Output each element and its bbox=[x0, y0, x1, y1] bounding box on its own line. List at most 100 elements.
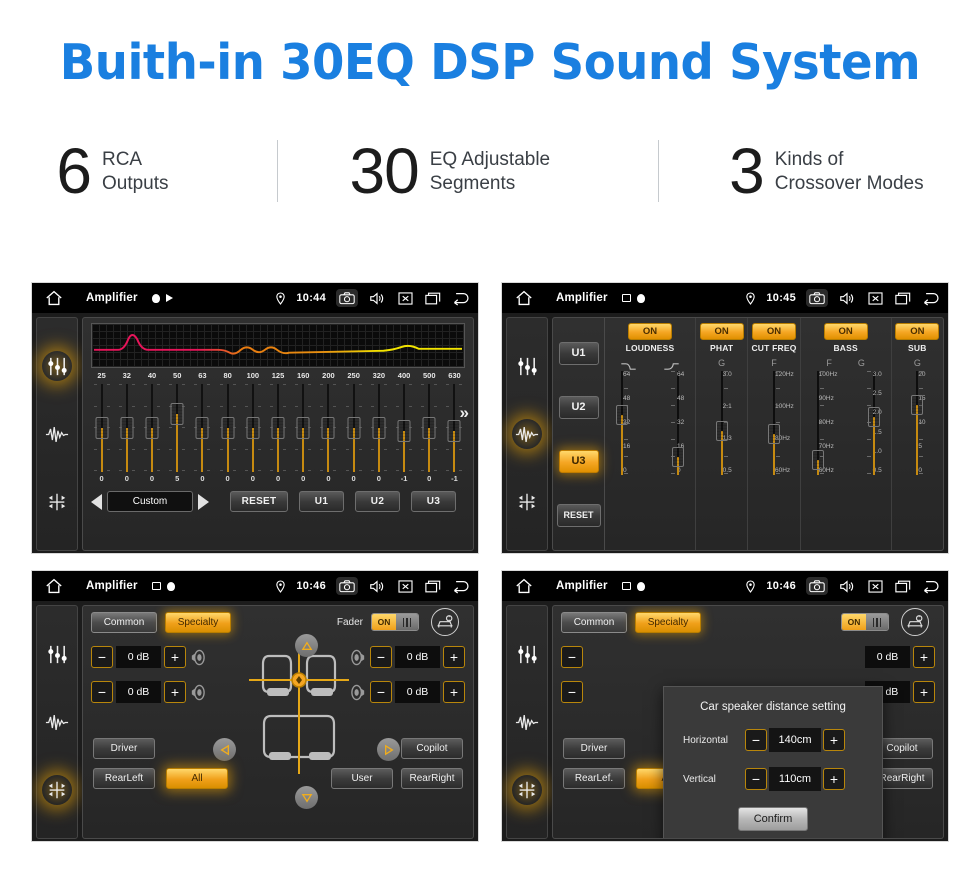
decrease-button[interactable]: − bbox=[561, 646, 583, 668]
close-box-icon[interactable] bbox=[396, 577, 414, 595]
tab-specialty[interactable]: Specialty bbox=[635, 611, 701, 633]
slider-track[interactable] bbox=[446, 384, 463, 472]
eq-band-slider[interactable]: -1 bbox=[391, 384, 416, 488]
increase-button[interactable]: + bbox=[443, 681, 465, 703]
slider-knob[interactable] bbox=[811, 450, 824, 470]
sidebar-item-balance[interactable] bbox=[512, 487, 542, 517]
decrease-button[interactable]: − bbox=[745, 729, 767, 751]
sidebar-item-equalizer[interactable] bbox=[512, 351, 542, 381]
decrease-button[interactable]: − bbox=[561, 681, 583, 703]
eq-band-slider[interactable]: 0 bbox=[265, 384, 290, 488]
preset-next-button[interactable] bbox=[198, 493, 209, 510]
slider-knob[interactable] bbox=[867, 407, 880, 427]
sidebar-item-waveform[interactable] bbox=[42, 707, 72, 737]
confirm-button[interactable]: Confirm bbox=[738, 807, 808, 831]
back-icon[interactable] bbox=[922, 289, 940, 307]
seat-driver-button[interactable]: Driver bbox=[563, 738, 625, 759]
close-box-icon[interactable] bbox=[866, 577, 884, 595]
eq-band-slider[interactable]: 0 bbox=[139, 384, 164, 488]
sidebar-item-balance[interactable] bbox=[512, 775, 542, 805]
decrease-button[interactable]: − bbox=[370, 646, 392, 668]
camera-icon[interactable] bbox=[336, 289, 358, 307]
close-box-icon[interactable] bbox=[866, 289, 884, 307]
recent-apps-icon[interactable] bbox=[894, 577, 912, 595]
seat-all-button[interactable]: All bbox=[166, 768, 228, 789]
sidebar-item-waveform[interactable] bbox=[512, 419, 542, 449]
slider-track[interactable] bbox=[194, 384, 211, 472]
slider-track[interactable] bbox=[244, 384, 261, 472]
preset-prev-button[interactable] bbox=[91, 493, 102, 510]
preset-u1-button[interactable]: U1 bbox=[558, 341, 599, 365]
slider-knob[interactable] bbox=[271, 417, 285, 439]
slider-knob[interactable] bbox=[397, 420, 411, 442]
slider-track[interactable] bbox=[270, 384, 287, 472]
preset-u2-button[interactable]: U2 bbox=[355, 491, 400, 512]
slider-knob[interactable] bbox=[911, 395, 924, 415]
slider-knob[interactable] bbox=[120, 417, 134, 439]
car-settings-icon[interactable] bbox=[431, 608, 459, 636]
camera-icon[interactable] bbox=[806, 289, 828, 307]
slider-track[interactable] bbox=[169, 384, 186, 472]
preset-u3-button[interactable]: U3 bbox=[558, 449, 599, 473]
effect-slider[interactable]: 100Hz 90Hz 80Hz 70Hz 60Hz bbox=[801, 371, 837, 475]
sidebar-item-waveform[interactable] bbox=[42, 419, 72, 449]
eq-band-slider[interactable]: 0 bbox=[240, 384, 265, 488]
preset-u3-button[interactable]: U3 bbox=[411, 491, 456, 512]
slider-track[interactable] bbox=[370, 384, 387, 472]
effect-toggle-phat[interactable]: ON bbox=[699, 323, 744, 340]
back-icon[interactable] bbox=[922, 577, 940, 595]
effect-toggle-bass[interactable]: ON bbox=[823, 323, 868, 340]
sidebar-item-equalizer[interactable] bbox=[512, 639, 542, 669]
sidebar-item-waveform[interactable] bbox=[512, 707, 542, 737]
seat-user-button[interactable]: User bbox=[331, 768, 393, 789]
seat-driver-button[interactable]: Driver bbox=[93, 738, 155, 759]
eq-band-slider[interactable]: -1 bbox=[442, 384, 467, 488]
sidebar-item-equalizer[interactable] bbox=[42, 639, 72, 669]
fader-toggle[interactable]: ON bbox=[841, 613, 889, 631]
increase-button[interactable]: + bbox=[164, 681, 186, 703]
home-icon[interactable] bbox=[514, 290, 534, 306]
preset-name-display[interactable]: Custom bbox=[107, 491, 193, 512]
recent-apps-icon[interactable] bbox=[424, 577, 442, 595]
fader-toggle[interactable]: ON bbox=[371, 613, 419, 631]
home-icon[interactable] bbox=[44, 578, 64, 594]
nav-up-button[interactable] bbox=[295, 634, 318, 657]
eq-band-slider[interactable]: 0 bbox=[291, 384, 316, 488]
slider-track[interactable] bbox=[295, 384, 312, 472]
eq-band-slider[interactable]: 0 bbox=[215, 384, 240, 488]
slider-knob[interactable] bbox=[616, 405, 628, 425]
eq-band-slider[interactable]: 0 bbox=[341, 384, 366, 488]
slider-track[interactable] bbox=[421, 384, 438, 472]
seat-rearright-button[interactable]: RearRight bbox=[401, 768, 463, 789]
slider-knob[interactable] bbox=[95, 417, 109, 439]
recent-apps-icon[interactable] bbox=[894, 289, 912, 307]
slider-track[interactable] bbox=[396, 384, 413, 472]
sidebar-item-balance[interactable] bbox=[42, 775, 72, 805]
volume-icon[interactable] bbox=[838, 289, 856, 307]
camera-icon[interactable] bbox=[336, 577, 358, 595]
slider-knob[interactable] bbox=[321, 417, 335, 439]
eq-band-slider[interactable]: 5 bbox=[165, 384, 190, 488]
recent-apps-icon[interactable] bbox=[424, 289, 442, 307]
slider-track[interactable] bbox=[345, 384, 362, 472]
nav-left-button[interactable] bbox=[213, 738, 236, 761]
back-icon[interactable] bbox=[452, 289, 470, 307]
effect-slider[interactable]: 3.02.11.30.5 bbox=[705, 371, 739, 475]
slider-knob[interactable] bbox=[145, 417, 159, 439]
slider-knob[interactable] bbox=[347, 417, 361, 439]
eq-band-slider[interactable]: 0 bbox=[316, 384, 341, 488]
eq-band-slider[interactable]: 0 bbox=[114, 384, 139, 488]
close-box-icon[interactable] bbox=[396, 289, 414, 307]
effect-slider[interactable]: 3.02.52.01.51.00.5 bbox=[857, 371, 891, 475]
slider-knob[interactable] bbox=[422, 417, 436, 439]
nav-right-button[interactable] bbox=[377, 738, 400, 761]
reset-button[interactable]: RESET bbox=[230, 491, 288, 512]
preset-u1-button[interactable]: U1 bbox=[299, 491, 344, 512]
nav-down-button[interactable] bbox=[295, 786, 318, 809]
car-settings-icon[interactable] bbox=[901, 608, 929, 636]
volume-icon[interactable] bbox=[368, 289, 386, 307]
slider-knob[interactable] bbox=[170, 403, 184, 425]
slider-knob[interactable] bbox=[221, 417, 235, 439]
decrease-button[interactable]: − bbox=[745, 768, 767, 790]
effect-slider[interactable]: 644832160 bbox=[661, 371, 695, 475]
